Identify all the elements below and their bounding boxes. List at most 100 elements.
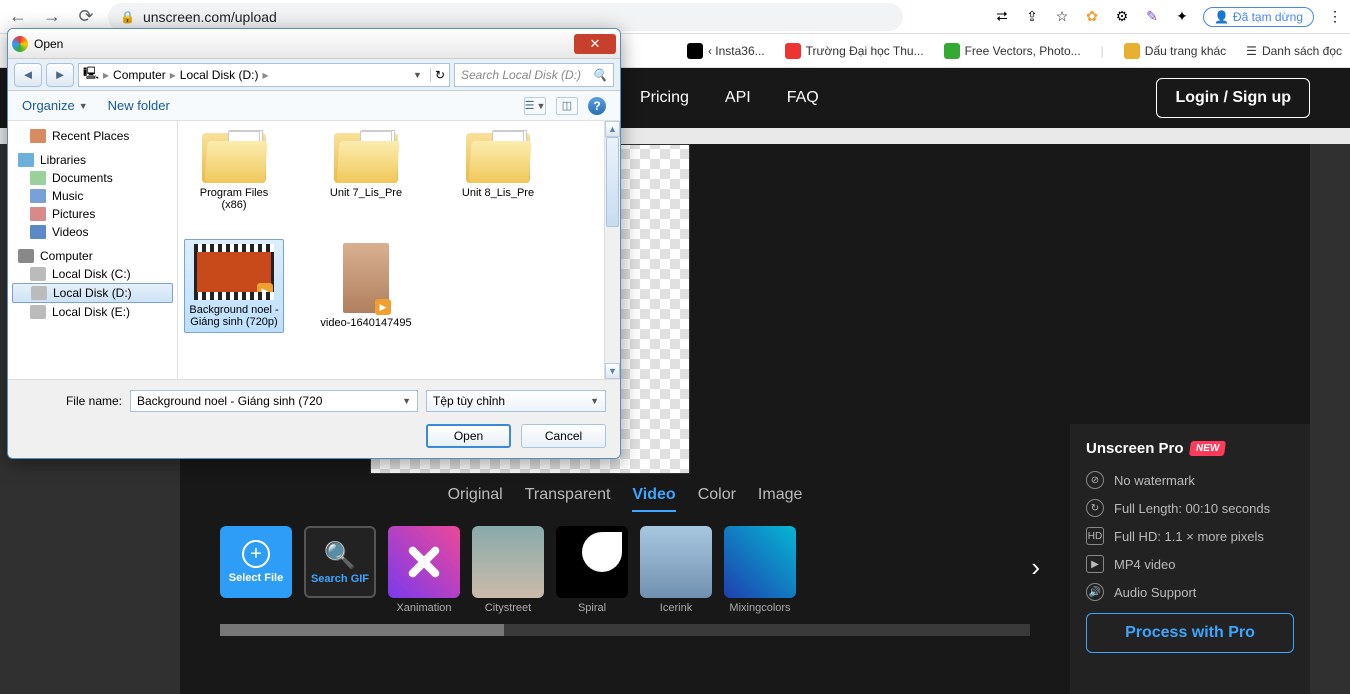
file-scrollbar[interactable]: ▲ ▼	[604, 121, 620, 379]
reload-button[interactable]: ⟳	[74, 5, 98, 29]
refresh-icon[interactable]: ↻	[430, 68, 445, 82]
extensions-icon[interactable]: ✦	[1173, 8, 1191, 26]
bg-thumb[interactable]	[472, 526, 544, 598]
other-bookmarks[interactable]: Dấu trang khác	[1124, 43, 1226, 59]
ext-icon[interactable]: ✎	[1143, 8, 1161, 26]
no-watermark-icon: ⊘	[1086, 471, 1104, 489]
bg-thumb[interactable]	[724, 526, 796, 598]
preview-pane-button[interactable]: ◫	[556, 97, 578, 115]
tab-transparent[interactable]: Transparent	[525, 486, 611, 512]
select-file-button[interactable]: + Select File	[220, 526, 292, 598]
tab-original[interactable]: Original	[448, 486, 503, 512]
back-button[interactable]: ←	[6, 5, 30, 29]
filetype-select[interactable]: Tệp tùy chỉnh ▼	[426, 390, 606, 412]
folder-item[interactable]: Program Files (x86)	[184, 129, 284, 215]
nav-api[interactable]: API	[725, 89, 751, 107]
ext-icon[interactable]: ✿	[1083, 8, 1101, 26]
share-icon[interactable]: ⇪	[1023, 8, 1041, 26]
bookmark-item[interactable]: ‹ Insta36...	[687, 43, 765, 59]
breadcrumb[interactable]: 🖳 ▸ Computer ▸ Local Disk (D:) ▸ ▼ ↻	[78, 63, 450, 87]
extensions: ⮂ ⇪ ☆ ✿ ⚙ ✎ ✦ 👤 Đã tạm dừng ⋮	[993, 7, 1344, 27]
pro-title: Unscreen Pro NEW	[1086, 440, 1294, 457]
bg-thumb[interactable]	[556, 526, 628, 598]
dialog-nav: ◄ ► 🖳 ▸ Computer ▸ Local Disk (D:) ▸ ▼ ↻…	[8, 59, 620, 91]
pro-feature: ↻Full Length: 00:10 seconds	[1086, 499, 1294, 517]
tab-color[interactable]: Color	[698, 486, 736, 512]
open-button[interactable]: Open	[426, 424, 511, 448]
menu-icon[interactable]: ⋮	[1326, 8, 1344, 26]
ext-icon[interactable]: ⚙	[1113, 8, 1131, 26]
help-button[interactable]: ?	[588, 97, 606, 115]
hd-icon: HD	[1086, 527, 1104, 545]
thumbnail-row: + Select File 🔍 Search GIF Xanimation Ci…	[220, 526, 1030, 614]
video-file-item[interactable]: ▶ Background noel - Giáng sinh (720p)	[184, 239, 284, 333]
pro-panel: Unscreen Pro NEW ⊘No watermark ↻Full Len…	[1070, 424, 1310, 694]
audio-icon: 🔊	[1086, 583, 1104, 601]
sidebar-documents[interactable]: Documents	[8, 169, 177, 187]
star-icon[interactable]: ☆	[1053, 8, 1071, 26]
background-tabs: Original Transparent Video Color Image	[220, 486, 1030, 512]
forward-button[interactable]: →	[40, 5, 64, 29]
sidebar-disk-c[interactable]: Local Disk (C:)	[8, 265, 177, 283]
file-list[interactable]: Program Files (x86) Unit 7_Lis_Pre Unit …	[178, 121, 620, 379]
sidebar-videos[interactable]: Videos	[8, 223, 177, 241]
tab-video[interactable]: Video	[632, 486, 675, 512]
nav-faq[interactable]: FAQ	[787, 89, 819, 107]
translate-icon[interactable]: ⮂	[993, 8, 1011, 26]
site-nav: Pricing API FAQ	[640, 89, 819, 107]
nav-pricing[interactable]: Pricing	[640, 89, 689, 107]
sidebar-disk-d[interactable]: Local Disk (D:)	[12, 283, 173, 303]
bookmark-item[interactable]: Trường Đại học Thu...	[785, 43, 924, 59]
close-button[interactable]: ✕	[574, 34, 616, 54]
url-text: unscreen.com/upload	[143, 9, 277, 25]
pro-feature: ▶MP4 video	[1086, 555, 1294, 573]
bg-thumb[interactable]	[640, 526, 712, 598]
carousel-next-button[interactable]: ›	[1031, 552, 1040, 583]
sidebar-computer[interactable]: Computer	[8, 247, 177, 265]
filename-input[interactable]: Background noel - Giáng sinh (720 ▼	[130, 390, 418, 412]
login-signup-button[interactable]: Login / Sign up	[1156, 78, 1310, 118]
sidebar-libraries[interactable]: Libraries	[8, 151, 177, 169]
horizontal-scrollbar[interactable]	[220, 624, 1030, 636]
process-with-pro-button[interactable]: Process with Pro	[1086, 613, 1294, 653]
app-icon	[12, 36, 28, 52]
dialog-titlebar[interactable]: Open ✕	[8, 29, 620, 59]
view-button[interactable]: ☰▼	[524, 97, 546, 115]
pro-feature: ⊘No watermark	[1086, 471, 1294, 489]
pro-feature: 🔊Audio Support	[1086, 583, 1294, 601]
folder-item[interactable]: Unit 8_Lis_Pre	[448, 129, 548, 215]
address-bar[interactable]: 🔒 unscreen.com/upload	[108, 3, 903, 31]
search-gif-button[interactable]: 🔍 Search GIF	[304, 526, 376, 598]
sidebar-disk-e[interactable]: Local Disk (E:)	[8, 303, 177, 321]
video-file-item[interactable]: ▶ video-1640147495	[316, 239, 416, 333]
filename-dropdown[interactable]: ▼	[402, 396, 411, 406]
dialog-body: Recent Places Libraries Documents Music …	[8, 121, 620, 379]
search-input[interactable]: Search Local Disk (D:) 🔍	[454, 63, 614, 87]
organize-button[interactable]: Organize ▼	[22, 98, 88, 113]
bookmark-item[interactable]: Free Vectors, Photo...	[944, 43, 1081, 59]
cancel-button[interactable]: Cancel	[521, 424, 606, 448]
computer-icon: 🖳	[83, 64, 99, 85]
search-icon: 🔍	[324, 540, 356, 571]
nav-sidebar: Recent Places Libraries Documents Music …	[8, 121, 178, 379]
search-icon: 🔍	[592, 68, 607, 82]
breadcrumb-dropdown[interactable]: ▼	[413, 70, 422, 80]
folder-item[interactable]: Unit 7_Lis_Pre	[316, 129, 416, 215]
nav-forward-button[interactable]: ►	[46, 63, 74, 87]
bg-thumb[interactable]	[388, 526, 460, 598]
scroll-down-button[interactable]: ▼	[605, 363, 620, 379]
file-open-dialog: Open ✕ ◄ ► 🖳 ▸ Computer ▸ Local Disk (D:…	[7, 28, 621, 459]
sidebar-recent[interactable]: Recent Places	[8, 127, 177, 145]
profile-paused-button[interactable]: 👤 Đã tạm dừng	[1203, 7, 1314, 27]
clock-icon: ↻	[1086, 499, 1104, 517]
video-icon: ▶	[1086, 555, 1104, 573]
sidebar-music[interactable]: Music	[8, 187, 177, 205]
reading-list[interactable]: ☰Danh sách đọc	[1246, 44, 1342, 58]
filename-label: File name:	[22, 394, 122, 408]
tab-image[interactable]: Image	[758, 486, 802, 512]
scroll-up-button[interactable]: ▲	[605, 121, 620, 137]
new-folder-button[interactable]: New folder	[108, 98, 170, 113]
sidebar-pictures[interactable]: Pictures	[8, 205, 177, 223]
dialog-toolbar: Organize ▼ New folder ☰▼ ◫ ?	[8, 91, 620, 121]
nav-back-button[interactable]: ◄	[14, 63, 42, 87]
